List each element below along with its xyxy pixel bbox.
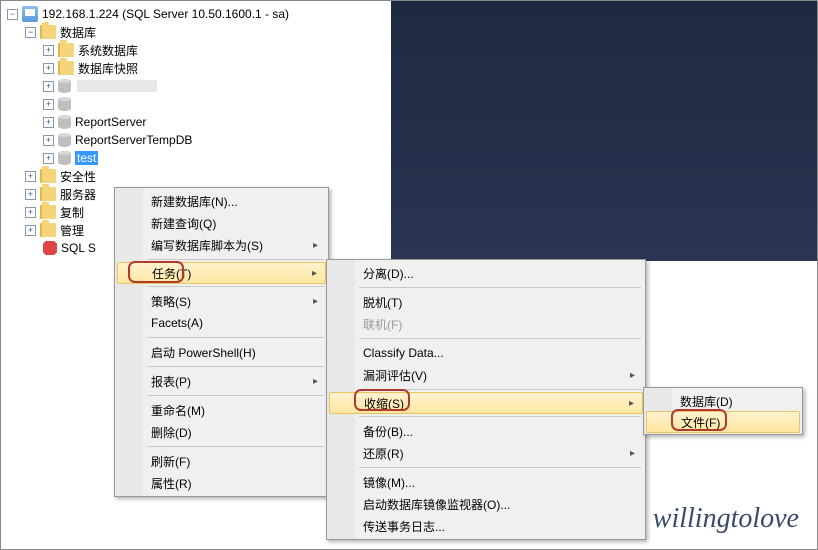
folder-icon (40, 169, 56, 183)
folder-icon (40, 187, 56, 201)
database-icon (58, 133, 71, 147)
toggle-server[interactable]: − (7, 9, 18, 20)
mi-restore[interactable]: 还原(R) (329, 442, 643, 464)
separator (359, 389, 641, 390)
mi-refresh[interactable]: 刷新(F) (117, 450, 326, 472)
context-menu-database[interactable]: 新建数据库(N)... 新建查询(Q) 编写数据库脚本为(S) 任务(T) 策略… (114, 187, 329, 497)
mi-script[interactable]: 编写数据库脚本为(S) (117, 234, 326, 256)
database-icon (58, 97, 71, 111)
toggle-test[interactable]: + (43, 153, 54, 164)
tree-reportserver[interactable]: ReportServer (75, 115, 146, 129)
toggle-databases[interactable]: − (25, 27, 36, 38)
mi-rename[interactable]: 重命名(M) (117, 399, 326, 421)
tree-sqls[interactable]: SQL S (61, 241, 96, 255)
separator (147, 286, 324, 287)
toggle-db2[interactable]: + (43, 99, 54, 110)
folder-icon (40, 25, 56, 39)
server-title: 192.168.1.224 (SQL Server 10.50.1600.1 -… (42, 7, 289, 21)
toggle-replication[interactable]: + (25, 207, 36, 218)
toggle-sysdb[interactable]: + (43, 45, 54, 56)
agent-icon (43, 241, 57, 255)
toggle-servers[interactable]: + (25, 189, 36, 200)
mi-tasks[interactable]: 任务(T) (117, 262, 326, 284)
mi-reports[interactable]: 报表(P) (117, 370, 326, 392)
toggle-rst[interactable]: + (43, 135, 54, 146)
folder-icon (58, 61, 74, 75)
separator (359, 287, 641, 288)
toggle-rs[interactable]: + (43, 117, 54, 128)
mi-new-database[interactable]: 新建数据库(N)... (117, 190, 326, 212)
tree-security[interactable]: 安全性 (60, 168, 96, 185)
separator (147, 395, 324, 396)
mi-shrink[interactable]: 收缩(S) (329, 392, 643, 414)
mi-mirror[interactable]: 镜像(M)... (329, 471, 643, 493)
folder-icon (58, 43, 74, 57)
separator (147, 446, 324, 447)
mi-vuln[interactable]: 漏洞评估(V) (329, 364, 643, 386)
mi-shiplog[interactable]: 传送事务日志... (329, 515, 643, 537)
separator (147, 337, 324, 338)
tree-snapshot[interactable]: 数据库快照 (78, 60, 138, 77)
submenu-tasks[interactable]: 分离(D)... 脱机(T) 联机(F) Classify Data... 漏洞… (326, 259, 646, 540)
database-icon (58, 115, 71, 129)
tree-databases[interactable]: 数据库 (60, 24, 96, 41)
mi-monitor[interactable]: 启动数据库镜像监视器(O)... (329, 493, 643, 515)
mi-offline[interactable]: 脱机(T) (329, 291, 643, 313)
mi-backup[interactable]: 备份(B)... (329, 420, 643, 442)
server-icon (22, 6, 38, 22)
separator (359, 338, 641, 339)
toggle-security[interactable]: + (25, 171, 36, 182)
database-icon (58, 79, 71, 93)
submenu-shrink[interactable]: 数据库(D) 文件(F) (643, 387, 803, 435)
separator (359, 416, 641, 417)
tree-servers[interactable]: 服务器 (60, 186, 96, 203)
mi-powershell[interactable]: 启动 PowerShell(H) (117, 341, 326, 363)
tree-blank-db[interactable] (77, 80, 157, 92)
mi-shrink-database[interactable]: 数据库(D) (646, 390, 800, 412)
tree-sysdb[interactable]: 系统数据库 (78, 42, 138, 59)
toggle-management[interactable]: + (25, 225, 36, 236)
mi-policies[interactable]: 策略(S) (117, 290, 326, 312)
tree-replication[interactable]: 复制 (60, 204, 84, 221)
mi-classify[interactable]: Classify Data... (329, 342, 643, 364)
tree-management[interactable]: 管理 (60, 222, 84, 239)
mi-facets[interactable]: Facets(A) (117, 312, 326, 334)
separator (147, 259, 324, 260)
mi-shrink-file[interactable]: 文件(F) (646, 411, 800, 433)
mi-detach[interactable]: 分离(D)... (329, 262, 643, 284)
toggle-snapshot[interactable]: + (43, 63, 54, 74)
mi-delete[interactable]: 删除(D) (117, 421, 326, 443)
mi-new-query[interactable]: 新建查询(Q) (117, 212, 326, 234)
separator (147, 366, 324, 367)
mi-properties[interactable]: 属性(R) (117, 472, 326, 494)
watermark: willingtolove (653, 503, 799, 535)
folder-icon (40, 205, 56, 219)
background-panel (391, 1, 817, 261)
folder-icon (40, 223, 56, 237)
database-icon (58, 151, 71, 165)
tree-test[interactable]: test (75, 151, 98, 165)
mi-online: 联机(F) (329, 313, 643, 335)
tree-reportservertemp[interactable]: ReportServerTempDB (75, 133, 192, 147)
toggle-db1[interactable]: + (43, 81, 54, 92)
separator (359, 467, 641, 468)
